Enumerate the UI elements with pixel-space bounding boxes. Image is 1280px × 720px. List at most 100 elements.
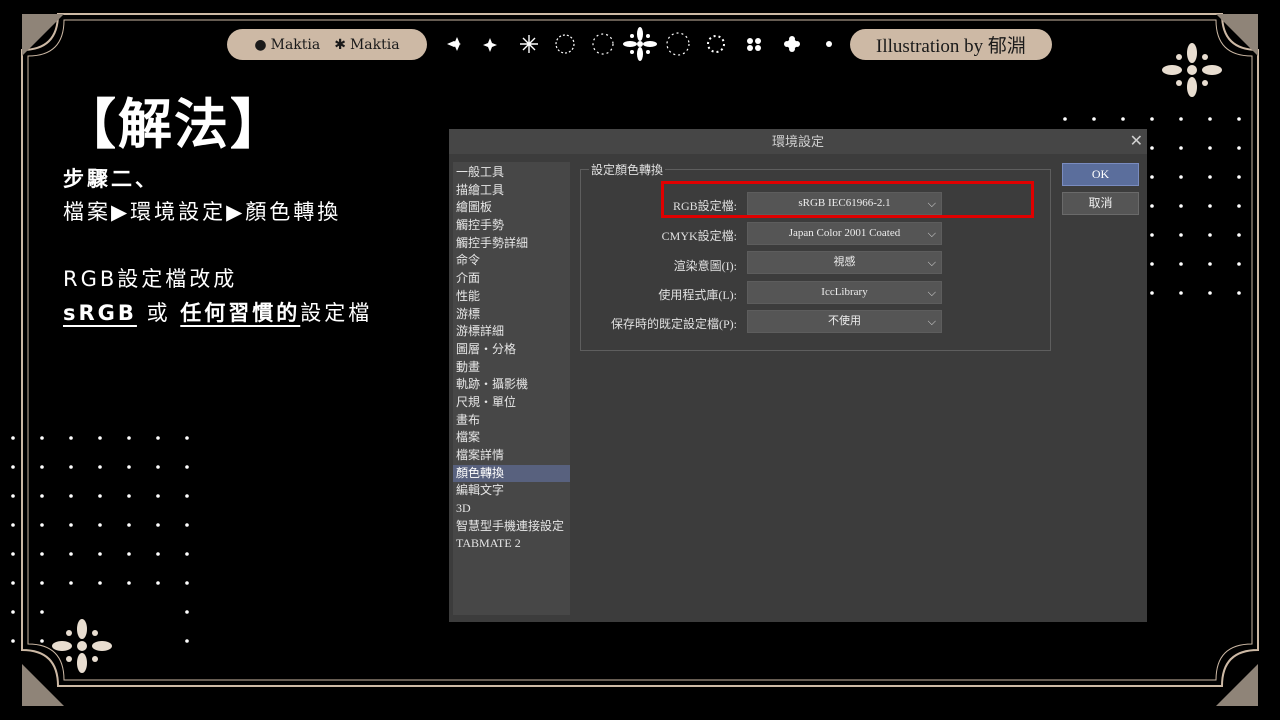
note-text: RGB設定檔改成 sRGB 或 任何習慣的設定檔	[63, 262, 372, 330]
dot	[1237, 262, 1241, 266]
rendering-intent-label: 渲染意圖(I):	[673, 259, 737, 273]
dot	[40, 552, 44, 556]
dot	[69, 436, 73, 440]
category-item[interactable]: 檔案詳情	[453, 447, 570, 465]
step-text: 步驟二、 檔案▶環境設定▶顏色轉換	[63, 163, 341, 229]
category-item[interactable]: 軌跡・攝影機	[453, 376, 570, 394]
library-value: IccLibrary	[821, 286, 868, 298]
default-profile-value: 不使用	[828, 315, 861, 327]
category-item[interactable]: 描繪工具	[453, 182, 570, 200]
ok-button[interactable]: OK	[1062, 163, 1139, 186]
dot	[98, 465, 102, 469]
category-item[interactable]: 尺規・單位	[453, 394, 570, 412]
dot	[1208, 233, 1212, 237]
dot	[69, 581, 73, 585]
dot	[1150, 291, 1154, 295]
page-title: 【解法】	[62, 93, 286, 156]
dot	[156, 436, 160, 440]
category-list: 一般工具 描繪工具 繪圖板 觸控手勢 觸控手勢詳細 命令 介面 性能 游標 游標詳細 圖層・分格 動畫…	[453, 162, 570, 615]
dot	[98, 523, 102, 527]
category-item[interactable]: 動畫	[453, 359, 570, 377]
cmyk-profile-label: CMYK設定檔:	[661, 229, 737, 243]
chevron-down-icon: ⌵	[927, 286, 936, 299]
category-item[interactable]: 檔案	[453, 429, 570, 447]
dot	[1179, 204, 1183, 208]
dot	[1121, 117, 1125, 121]
category-item[interactable]: 游標詳細	[453, 323, 570, 341]
category-item[interactable]: TABMATE 2	[453, 535, 570, 553]
dot	[156, 552, 160, 556]
note-any: 任何習慣的	[180, 301, 301, 325]
dot	[1063, 117, 1067, 121]
category-item[interactable]: 智慧型手機連接設定	[453, 518, 570, 536]
dot	[11, 436, 15, 440]
category-item[interactable]: 圖層・分格	[453, 341, 570, 359]
brand-2: ✱ Maktia	[334, 36, 400, 53]
category-item[interactable]: 一般工具	[453, 164, 570, 182]
dot	[40, 436, 44, 440]
dot	[1179, 117, 1183, 121]
dot	[1092, 117, 1096, 121]
dot	[127, 436, 131, 440]
dot	[185, 436, 189, 440]
bear-icon: ●	[254, 36, 267, 53]
dot	[11, 581, 15, 585]
note-tail: 設定檔	[300, 301, 373, 325]
chevron-down-icon: ⌵	[927, 256, 936, 269]
dot	[98, 494, 102, 498]
dot	[69, 552, 73, 556]
dot	[1208, 146, 1212, 150]
category-item[interactable]: 編輯文字	[453, 482, 570, 500]
dot	[1208, 117, 1212, 121]
dot	[1150, 175, 1154, 179]
step-heading: 步驟二、	[63, 167, 159, 191]
dot	[1179, 146, 1183, 150]
category-item[interactable]: 觸控手勢詳細	[453, 235, 570, 253]
dot	[98, 552, 102, 556]
category-item[interactable]: 繪圖板	[453, 199, 570, 217]
dot	[1208, 262, 1212, 266]
dot	[185, 465, 189, 469]
dot	[156, 581, 160, 585]
flower-ornament-bottom-left	[52, 619, 112, 673]
dot	[11, 639, 15, 643]
rendering-intent-value: 視感	[833, 256, 856, 268]
dot	[1179, 291, 1183, 295]
dot	[40, 581, 44, 585]
dot	[185, 523, 189, 527]
dot	[127, 581, 131, 585]
category-item[interactable]: 3D	[453, 500, 570, 518]
cmyk-profile-select[interactable]: Japan Color 2001 Coated ⌵	[747, 222, 942, 245]
step-path: 檔案▶環境設定▶顏色轉換	[63, 200, 342, 224]
note-line-2: sRGB 或 任何習慣的設定檔	[63, 296, 372, 330]
butterfly-icon: ✱	[334, 36, 346, 53]
dot	[156, 465, 160, 469]
rendering-intent-select[interactable]: 視感 ⌵	[747, 251, 942, 274]
note-line-1: RGB設定檔改成	[63, 267, 238, 291]
brand-pill: ● Maktia ✱ Maktia	[227, 29, 427, 60]
dot	[185, 610, 189, 614]
dot	[98, 581, 102, 585]
dot	[40, 639, 44, 643]
category-item[interactable]: 游標	[453, 306, 570, 324]
category-item[interactable]: 顏色轉換	[453, 464, 570, 483]
category-item[interactable]: 性能	[453, 288, 570, 306]
dot	[40, 610, 44, 614]
library-select[interactable]: IccLibrary ⌵	[747, 281, 942, 304]
cancel-button[interactable]: 取消	[1062, 192, 1139, 215]
dot	[185, 552, 189, 556]
dot	[1237, 233, 1241, 237]
dot	[1237, 175, 1241, 179]
dot	[185, 581, 189, 585]
category-item[interactable]: 介面	[453, 270, 570, 288]
category-item[interactable]: 觸控手勢	[453, 217, 570, 235]
dot	[1208, 175, 1212, 179]
category-item[interactable]: 畫布	[453, 412, 570, 430]
chevron-down-icon: ⌵	[927, 315, 936, 328]
category-item[interactable]: 命令	[453, 252, 570, 270]
default-profile-select[interactable]: 不使用 ⌵	[747, 310, 942, 333]
credit-pill: Illustration by 郁淵	[850, 29, 1052, 60]
dot	[11, 610, 15, 614]
credit-text: Illustration by 郁淵	[876, 36, 1026, 57]
close-icon[interactable]: ✕	[1130, 131, 1143, 150]
